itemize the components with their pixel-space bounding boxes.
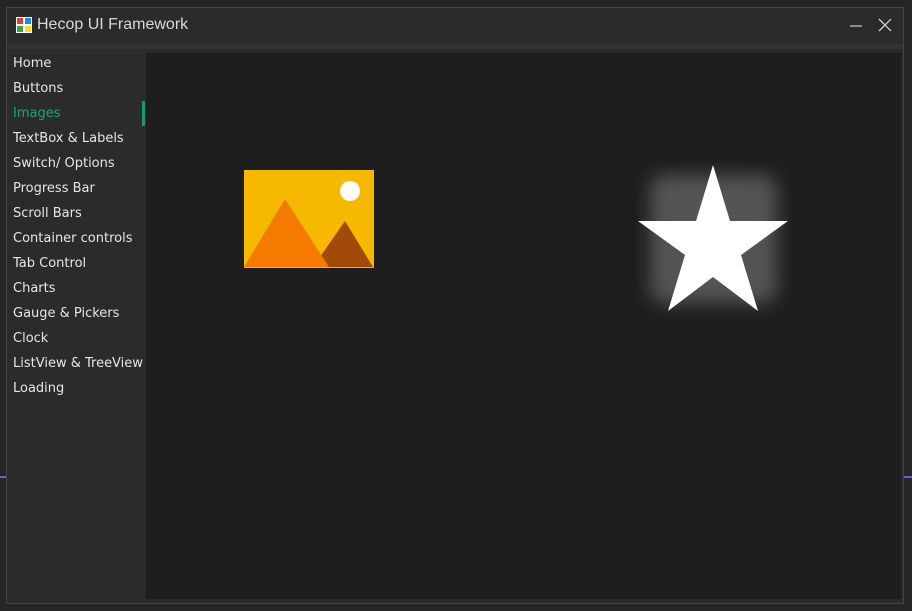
sidebar-item-listview-treeview[interactable]: ListView & TreeView (7, 351, 145, 376)
star-icon (638, 165, 788, 311)
sidebar-item-tab-control[interactable]: Tab Control (7, 251, 145, 276)
content-panel (146, 53, 901, 599)
sidebar-item-clock[interactable]: Clock (7, 326, 145, 351)
sidebar-nav: Home Buttons Images TextBox & Labels Swi… (7, 51, 145, 599)
picture-icon (244, 170, 374, 268)
minimize-icon (850, 25, 862, 27)
sidebar-item-home[interactable]: Home (7, 51, 145, 76)
sidebar-item-switch-options[interactable]: Switch/ Options (7, 151, 145, 176)
sidebar-item-label: TextBox & Labels (13, 131, 124, 146)
sidebar-item-charts[interactable]: Charts (7, 276, 145, 301)
sidebar-item-label: Buttons (13, 81, 64, 96)
sidebar-item-buttons[interactable]: Buttons (7, 76, 145, 101)
sidebar-item-label: Gauge & Pickers (13, 306, 120, 321)
sidebar-item-gauge-pickers[interactable]: Gauge & Pickers (7, 301, 145, 326)
app-logo-icon (16, 17, 32, 33)
title-separator (7, 44, 903, 49)
sidebar-item-label: Scroll Bars (13, 206, 82, 221)
window-title: Hecop UI Framework (37, 16, 189, 33)
close-icon (878, 18, 892, 32)
sidebar-item-label: Home (13, 56, 52, 71)
sidebar-item-loading[interactable]: Loading (7, 376, 145, 401)
app-window: Hecop UI Framework Home Buttons Images T… (6, 7, 904, 604)
close-button[interactable] (872, 14, 898, 38)
sidebar-item-label: Progress Bar (13, 181, 95, 196)
sidebar-item-progress-bar[interactable]: Progress Bar (7, 176, 145, 201)
sidebar-item-textbox-labels[interactable]: TextBox & Labels (7, 126, 145, 151)
desktop-background-line (0, 476, 6, 478)
sidebar-item-label: Switch/ Options (13, 156, 115, 171)
active-indicator (142, 101, 145, 126)
sidebar-item-label: Tab Control (13, 256, 87, 271)
sidebar-item-label: Charts (13, 281, 56, 296)
sidebar-item-label: Images (13, 106, 61, 121)
sidebar-item-label: Container controls (13, 231, 133, 246)
desktop-background-line (904, 476, 912, 478)
sidebar-item-label: Loading (13, 381, 65, 396)
sidebar-item-label: ListView & TreeView (13, 356, 143, 371)
sidebar-item-container-controls[interactable]: Container controls (7, 226, 145, 251)
sidebar-item-images[interactable]: Images (7, 101, 145, 126)
sidebar-item-scroll-bars[interactable]: Scroll Bars (7, 201, 145, 226)
title-bar[interactable]: Hecop UI Framework (7, 8, 903, 44)
minimize-button[interactable] (843, 14, 869, 38)
sidebar-item-label: Clock (13, 331, 49, 346)
